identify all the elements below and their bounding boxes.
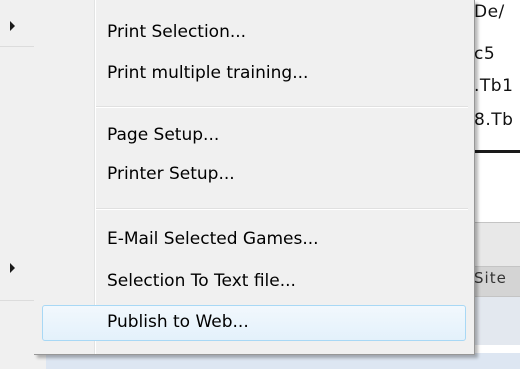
menu-item-page-setup[interactable]: Page Setup... [34,117,474,154]
background-text-line: .Tb1 [474,76,514,96]
menu-item-publish-to-web[interactable]: Publish to Web... [34,304,474,341]
background-bottom-strip [0,353,520,369]
menu-separator [96,106,468,108]
background-tab: Site [474,266,520,297]
background-panel [474,222,520,267]
background-text-line: De/ [474,2,505,22]
menu-item-label: Print Selection... [107,22,247,42]
menu-item-label: Publish to Web... [107,312,249,332]
menu-item-print-selection[interactable]: Print Selection... [34,14,474,51]
menu-item-label: Page Setup... [107,125,220,145]
menu-item-label: Print multiple training... [107,63,309,83]
menu-item-email-selected-games[interactable]: E-Mail Selected Games... [34,221,474,258]
menu-item-highlight [42,305,466,341]
print-submenu: Print Selection... Print multiple traini… [34,0,475,355]
background-text-line: c5 [474,44,496,64]
menu-separator [96,208,468,210]
background-divider [474,150,520,153]
submenu-arrow-icon [10,21,15,31]
background-panel [474,296,520,345]
menu-item-label: Printer Setup... [107,164,235,184]
menu-item-label: E-Mail Selected Games... [107,229,319,249]
menu-item-label: Selection To Text file... [107,271,296,291]
menu-item-print-multiple-training[interactable]: Print multiple training... [34,55,474,92]
background-text-line: 8.Tb [474,110,514,130]
background-cut-label: Site [474,269,507,287]
menu-item-printer-setup[interactable]: Printer Setup... [34,156,474,193]
menu-item-selection-to-text-file[interactable]: Selection To Text file... [34,263,474,300]
submenu-arrow-icon [10,263,15,273]
